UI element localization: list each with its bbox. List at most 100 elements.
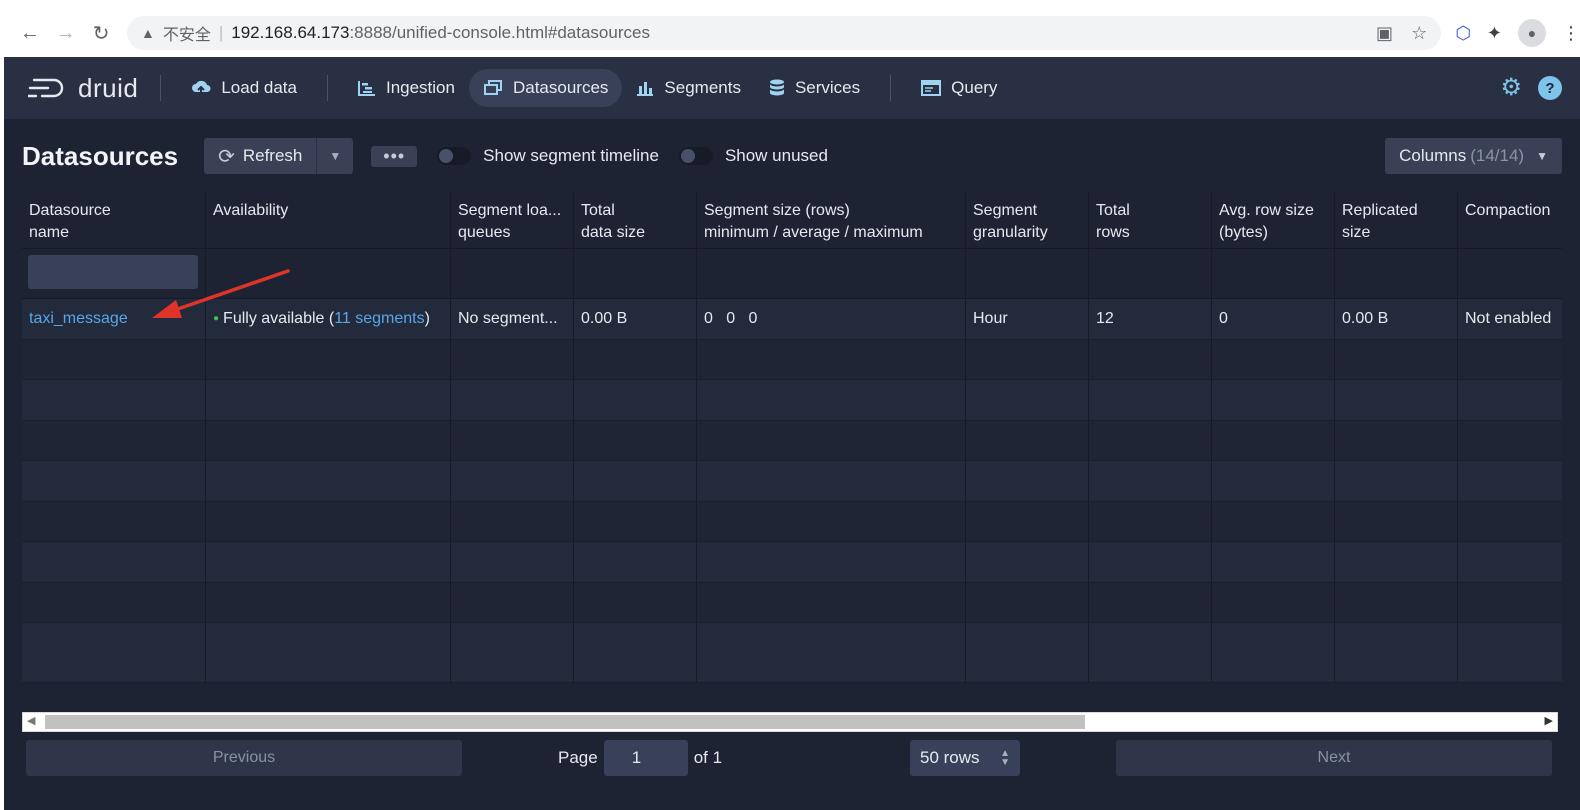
empty-table-row <box>22 542 1562 583</box>
cell-datasource-name: taxi_message <box>22 299 206 339</box>
show-unused-switch[interactable] <box>678 147 713 165</box>
next-page-button[interactable]: Next <box>1116 740 1552 776</box>
page-total-label: of 1 <box>693 748 723 767</box>
datasources-table: Datasource name Availability Segment loa.… <box>22 192 1562 712</box>
extension-cube-icon[interactable]: ⬡ <box>1455 23 1471 44</box>
cell-compaction: Not enabled <box>1465 310 1552 327</box>
columns-picker-button[interactable]: Columns (14/14) ▼ <box>1385 138 1562 174</box>
header-segment-granularity[interactable]: Segment granularity <box>966 192 1089 248</box>
refresh-options-caret[interactable]: ▼ <box>316 138 354 174</box>
filter-cell <box>1335 249 1458 298</box>
show-unused-toggle[interactable]: Show unused <box>678 146 828 166</box>
more-options-button[interactable]: ••• <box>371 145 418 167</box>
header-datasource-name[interactable]: Datasource name <box>22 192 206 248</box>
cloud-upload-icon <box>191 79 211 97</box>
empty-table-row <box>22 623 1562 683</box>
url-host: 192.168.64.173 <box>231 23 350 42</box>
datasource-filter-cell <box>22 249 206 298</box>
page-number-input[interactable]: 1 <box>603 740 688 776</box>
segments-link[interactable]: 11 segments <box>334 310 424 327</box>
nav-load-data-label: Load data <box>221 78 297 97</box>
nav-datasources[interactable]: Datasources <box>468 69 623 107</box>
cell-avg-row-size: 0 <box>1212 299 1335 339</box>
header-availability[interactable]: Availability <box>206 192 451 248</box>
empty-table-row <box>22 339 1562 380</box>
cell-total-rows: 12 <box>1089 299 1212 339</box>
scrollbar-thumb[interactable] <box>45 715 1085 729</box>
extensions-puzzle-icon[interactable]: ✦ <box>1487 23 1502 44</box>
header-total-rows[interactable]: Total rows <box>1089 192 1212 248</box>
nav-datasources-label: Datasources <box>512 78 609 97</box>
header-avg-row-size[interactable]: Avg. row size (bytes) <box>1212 192 1335 248</box>
rows-per-page-select[interactable]: 50 rows ▲ ▼ <box>910 740 1020 776</box>
previous-page-button[interactable]: Previous <box>26 740 462 776</box>
filter-cell <box>966 249 1089 298</box>
address-bar[interactable]: ▲ 不安全 | 192.168.64.173:8888/unified-cons… <box>126 16 1442 50</box>
nav-services[interactable]: Services <box>755 69 874 107</box>
nav-segments[interactable]: Segments <box>622 69 755 107</box>
show-unused-label: Show unused <box>724 146 828 165</box>
page-header: Datasources ⟳ Refresh ▼ ••• Show segment… <box>22 137 1562 175</box>
nav-services-label: Services <box>794 78 861 97</box>
logo-text: druid <box>78 72 139 103</box>
profile-avatar-icon[interactable]: ● <box>1518 19 1547 47</box>
segment-timeline-switch[interactable] <box>437 147 472 165</box>
cell-total-data-size: 0.00 B <box>574 299 697 339</box>
bookmark-star-icon[interactable]: ☆ <box>1411 23 1427 44</box>
insecure-label: 不安全 <box>162 27 211 44</box>
header-compaction[interactable]: Compaction <box>1458 192 1562 248</box>
rows-per-page-value: 50 rows <box>920 748 980 767</box>
select-updown-icon: ▲ ▼ <box>1000 748 1010 768</box>
filter-cell <box>574 249 697 298</box>
settings-gear-icon[interactable]: ⚙ <box>1500 76 1522 100</box>
scroll-left-arrow-icon[interactable]: ◀ <box>27 714 35 727</box>
header-segment-size[interactable]: Segment size (rows) minimum / average / m… <box>697 192 966 248</box>
datasource-filter-input[interactable] <box>28 255 198 289</box>
filter-cell <box>697 249 966 298</box>
browser-toolbar: ← → ↻ ▲ 不安全 | 192.168.64.173:8888/unifie… <box>0 10 1580 56</box>
filter-cell <box>1458 249 1562 298</box>
refresh-label: Refresh <box>242 146 303 165</box>
table-row: taxi_message ● Fully available (11 segmen… <box>22 299 1562 340</box>
segment-timeline-label: Show segment timeline <box>483 146 659 165</box>
forward-icon[interactable]: → <box>48 14 84 52</box>
table-header-row: Datasource name Availability Segment loa.… <box>22 192 1562 249</box>
pagination: Previous Page 1 of 1 50 rows ▲ ▼ Next <box>26 740 1556 778</box>
cell-segment-size: 0 0 0 <box>697 299 966 339</box>
header-total-data-size[interactable]: Total data size <box>574 192 697 248</box>
segment-timeline-toggle[interactable]: Show segment timeline <box>437 146 659 166</box>
back-icon[interactable]: ← <box>12 14 48 52</box>
header-load-queues[interactable]: Segment loa... queues <box>451 192 574 248</box>
status-dot-icon: ● <box>213 313 220 324</box>
top-navbar: druid Load data Ingestion Datasources Se… <box>4 57 1580 119</box>
datasource-link[interactable]: taxi_message <box>29 310 128 327</box>
empty-table-row <box>22 582 1562 623</box>
filter-row <box>22 249 1562 299</box>
browser-menu-icon[interactable]: ⋮ <box>1562 23 1580 44</box>
empty-table-row <box>22 461 1562 502</box>
scroll-right-arrow-icon[interactable]: ▶ <box>1545 714 1553 727</box>
nav-query-label: Query <box>951 78 998 97</box>
cell-replicated-size: 0.00 B <box>1335 299 1458 339</box>
warning-icon: ▲ <box>140 25 155 41</box>
nav-query[interactable]: Query <box>907 69 1011 107</box>
nav-ingestion[interactable]: Ingestion <box>344 69 469 107</box>
stacked-chart-icon <box>636 80 654 96</box>
empty-table-row <box>22 380 1562 421</box>
translate-icon[interactable]: ▣ <box>1376 23 1393 44</box>
filter-cell <box>1089 249 1212 298</box>
filter-cell <box>1212 249 1335 298</box>
nav-divider <box>160 75 162 101</box>
refresh-button[interactable]: ⟳ Refresh <box>204 138 317 174</box>
help-icon[interactable]: ? <box>1538 76 1562 100</box>
header-replicated-size[interactable]: Replicated size <box>1335 192 1458 248</box>
empty-table-row <box>22 420 1562 461</box>
nav-load-data[interactable]: Load data <box>177 69 311 107</box>
page-info: Page 1 of 1 <box>558 740 722 776</box>
horizontal-scrollbar[interactable]: ◀ ▶ <box>22 712 1558 732</box>
druid-logo[interactable]: druid <box>28 73 138 104</box>
nav-ingestion-label: Ingestion <box>385 78 455 97</box>
reload-icon[interactable]: ↻ <box>83 14 119 52</box>
cell-availability: ● Fully available (11 segments) <box>206 299 451 339</box>
database-icon <box>769 79 785 97</box>
